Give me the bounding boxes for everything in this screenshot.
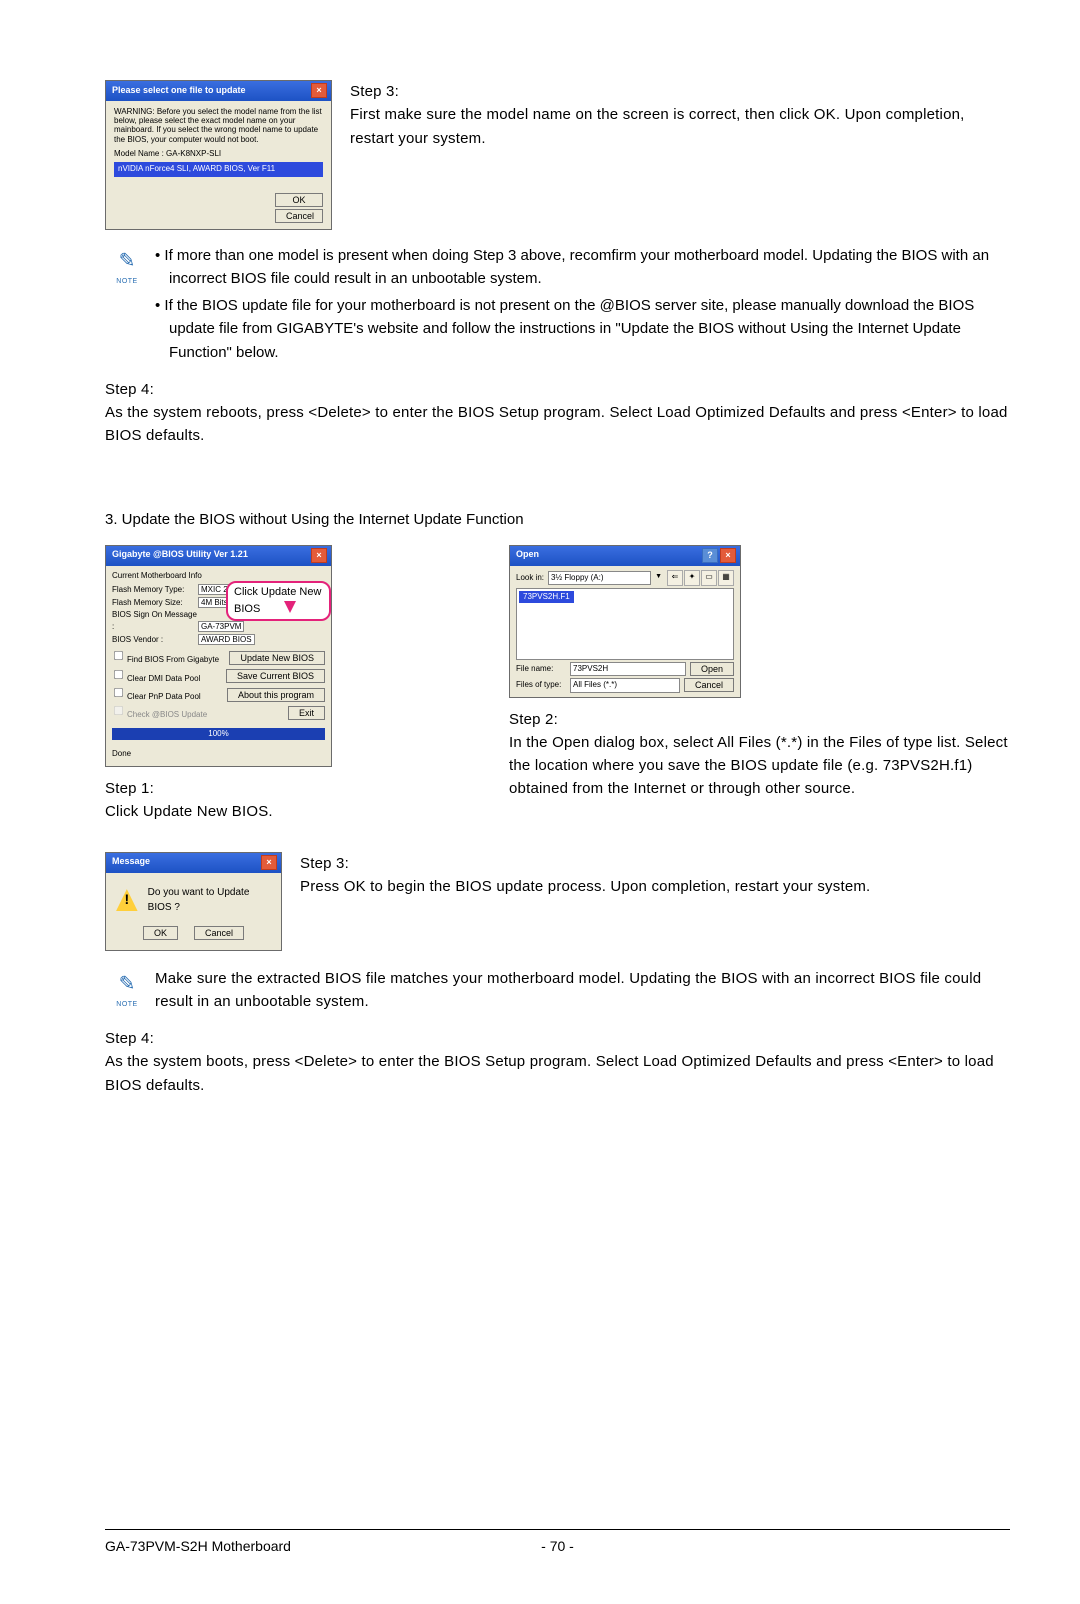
step-3b-text: Press OK to begin the BIOS update proces… (300, 878, 870, 895)
step-2b-text: In the Open dialog box, select All Files… (509, 734, 1008, 798)
file-list[interactable]: 73PVS2H.F1 (516, 588, 734, 660)
cancel-button[interactable]: Cancel (684, 678, 734, 692)
step-3-text: First make sure the model name on the sc… (350, 106, 965, 146)
note-bullet-2: If the BIOS update file for your motherb… (155, 294, 1010, 364)
lookin-field[interactable]: 3½ Floppy (A:) (548, 571, 651, 585)
message-text: Do you want to Update BIOS ? (148, 885, 271, 916)
step-3b-label: Step 3: (300, 855, 349, 872)
ok-button[interactable]: OK (275, 193, 323, 207)
toolbar-icons[interactable]: ⇐✦▭▦ (666, 570, 734, 586)
model-name-label: Model Name : GA-K8NXP-SLI (114, 148, 323, 160)
filename-input[interactable]: 73PVS2H (570, 662, 686, 676)
close-icon[interactable]: × (311, 83, 327, 98)
message-dialog: Message × ! Do you want to Update BIOS ?… (105, 852, 282, 951)
close-icon[interactable]: × (720, 548, 736, 563)
filetype-select[interactable]: All Files (*.*) (570, 678, 680, 692)
save-current-bios-button[interactable]: Save Current BIOS (226, 669, 325, 683)
step-4b-text: As the system boots, press <Delete> to e… (105, 1053, 994, 1093)
note-2-text: Make sure the extracted BIOS file matche… (155, 967, 1010, 1014)
progress-bar: 100% (112, 728, 325, 740)
check-update-checkbox (114, 706, 123, 715)
find-bios-checkbox[interactable] (114, 651, 123, 660)
ok-button[interactable]: OK (143, 926, 178, 940)
callout-label: Click Update New BIOS (226, 581, 331, 621)
page-footer: GA-73PVM-S2H Motherboard - 70 - (105, 1529, 1010, 1558)
cancel-button[interactable]: Cancel (194, 926, 244, 940)
dialog-title: Gigabyte @BIOS Utility Ver 1.21 (112, 548, 248, 563)
step-3-label: Step 3: (350, 83, 399, 100)
select-file-dialog: Please select one file to update × WARNI… (105, 80, 332, 230)
dialog-title: Message (112, 855, 150, 869)
warning-text: WARNING: Before you select the model nam… (114, 107, 323, 144)
dialog-title: Open (516, 548, 539, 562)
close-icon[interactable]: × (311, 548, 327, 563)
note-icon: ✎NOTE (105, 967, 149, 1014)
open-dialog: Open ? × Look in: 3½ Floppy (A:) ▼ ⇐✦▭▦ … (509, 545, 741, 698)
done-label: Done (106, 746, 331, 766)
exit-button[interactable]: Exit (288, 706, 325, 720)
note-bullet-1: If more than one model is present when d… (155, 244, 1010, 291)
section-3-heading: 3. Update the BIOS without Using the Int… (105, 508, 1010, 531)
open-button[interactable]: Open (690, 662, 734, 676)
callout-arrow-icon (284, 601, 296, 613)
footer-left: GA-73PVM-S2H Motherboard (105, 1536, 528, 1558)
at-bios-utility-dialog: Gigabyte @BIOS Utility Ver 1.21 × Curren… (105, 545, 332, 767)
help-icon[interactable]: ? (702, 548, 718, 563)
lookin-label: Look in: (516, 572, 544, 584)
warning-icon: ! (116, 889, 138, 911)
step-2b-label: Step 2: (509, 711, 558, 728)
update-new-bios-button[interactable]: Update New BIOS (229, 651, 325, 665)
footer-page-number: - 70 - (528, 1536, 588, 1558)
cancel-button[interactable]: Cancel (275, 209, 323, 223)
step-4a-label: Step 4: (105, 381, 154, 398)
note-icon: ✎NOTE (105, 244, 149, 368)
step-4a-text: As the system reboots, press <Delete> to… (105, 404, 1008, 444)
dialog-title: Please select one file to update (112, 84, 246, 98)
step-4b-label: Step 4: (105, 1030, 154, 1047)
step-1b-text: Click Update New BIOS. (105, 803, 273, 820)
file-selected[interactable]: 73PVS2H.F1 (519, 591, 574, 603)
close-icon[interactable]: × (261, 855, 277, 870)
selected-model[interactable]: nVIDIA nForce4 SLI, AWARD BIOS, Ver F11 (114, 162, 323, 176)
clear-pnp-checkbox[interactable] (114, 688, 123, 697)
about-button[interactable]: About this program (227, 688, 325, 702)
step-1b-label: Step 1: (105, 780, 154, 797)
clear-dmi-checkbox[interactable] (114, 669, 123, 678)
